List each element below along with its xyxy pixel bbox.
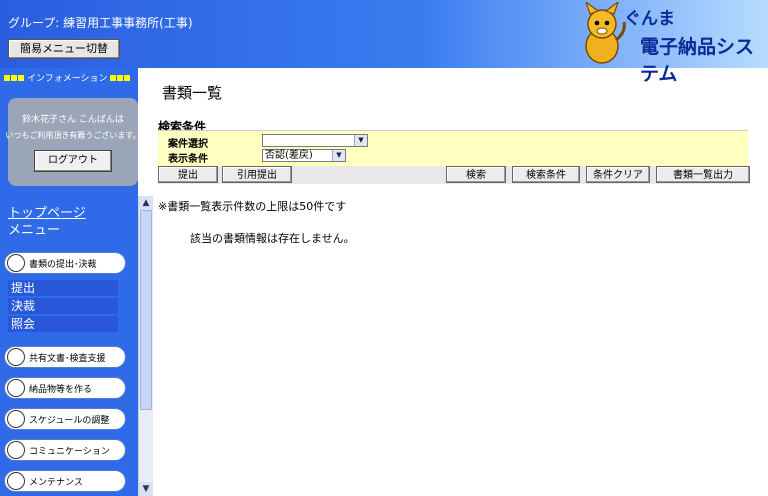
menu-communication[interactable]: コミュニケーション [4,439,126,461]
info-bar: インフォメーション [4,71,131,84]
menu-deliverables[interactable]: 納品物等を作る [4,377,126,399]
sidebar: インフォメーション 鈴木花子さん こんばんは いつもご利用頂き有難うございます。… [0,68,141,496]
scroll-up-icon[interactable]: ▲ [139,196,153,210]
welcome-message: 鈴木花子さん こんばんは [22,115,124,125]
submenu-submit[interactable]: 提出 [8,280,118,296]
welcome-thanks: いつもご利用頂き有難うございます。 [5,131,141,140]
mail-icon [7,441,25,459]
submenu-approve[interactable]: 決裁 [8,298,118,314]
calendar-icon [7,410,25,428]
sidebar-scrollbar[interactable]: ▲ ▼ [138,196,153,496]
cite-submit-button[interactable]: 引用提出 [222,166,292,183]
case-select[interactable]: ▼ [262,134,368,147]
menu-shared-docs[interactable]: 共有文書･検査支援 [4,346,126,368]
logout-button[interactable]: ログアウト [34,150,112,172]
menu-title: メニュー [8,223,61,238]
limit-note: ※書類一覧表示件数の上限は50件です [158,200,347,213]
mascot-icon [585,2,626,64]
search-conditions-button[interactable]: 検索条件 [512,166,580,183]
folder-icon [7,379,25,397]
group-label: グループ: 練習用工事事務所(工事) [8,16,193,30]
scroll-down-icon[interactable]: ▼ [139,482,153,496]
empty-message: 該当の書類情報は存在しません。 [190,232,355,245]
simple-menu-toggle-button[interactable]: 簡易メニュー切替 [8,39,120,59]
document-icon [7,348,25,366]
chevron-down-icon[interactable]: ▼ [332,150,345,161]
search-button[interactable]: 検索 [446,166,506,183]
display-condition-label: 表示条件 [168,154,208,165]
menu-schedule[interactable]: スケジュールの調整 [4,408,126,430]
button-row: 提出 引用提出 検索 検索条件 条件クリア 書類一覧出力 [158,166,750,184]
submenu-inquiry[interactable]: 照会 [8,316,118,332]
main-content: 書類一覧 検索条件 案件選択 ▼ 表示条件 否認(差戻) ▼ 提出 引用提出 検… [152,68,768,496]
logo: ぐんま 電子納品システム [578,2,768,85]
menu-label: 共有文書･検査支援 [29,354,106,364]
page-title: 書類一覧 [162,84,223,102]
menu-label: スケジュールの調整 [29,416,110,426]
menu-label: 納品物等を作る [29,385,93,395]
chevron-down-icon[interactable]: ▼ [354,135,367,146]
display-condition-select[interactable]: 否認(差戻) ▼ [262,149,346,162]
info-label: インフォメーション [27,74,108,84]
case-select-label: 案件選択 [168,139,208,150]
header: グループ: 練習用工事事務所(工事) 簡易メニュー切替 ぐんま 電子納品システム [0,0,768,85]
clear-conditions-button[interactable]: 条件クリア [586,166,650,183]
menu-document-submit[interactable]: 書類の提出･決裁 [4,252,126,274]
menu-label: メンテナンス [29,478,83,488]
display-condition-value: 否認(差戻) [265,150,313,161]
menu-label: コミュニケーション [29,447,110,457]
logo-text-gunma: ぐんま [624,9,675,29]
wrench-icon [7,472,25,490]
menu-maintenance[interactable]: メンテナンス [4,470,126,492]
menu-label: 書類の提出･決裁 [29,260,97,270]
submit-button[interactable]: 提出 [158,166,218,183]
welcome-box: 鈴木花子さん こんばんは いつもご利用頂き有難うございます。 ログアウト [5,98,141,186]
list-output-button[interactable]: 書類一覧出力 [656,166,750,183]
scroll-thumb[interactable] [140,210,152,410]
document-icon [7,254,25,272]
search-panel: 案件選択 ▼ 表示条件 否認(差戻) ▼ [158,130,748,167]
